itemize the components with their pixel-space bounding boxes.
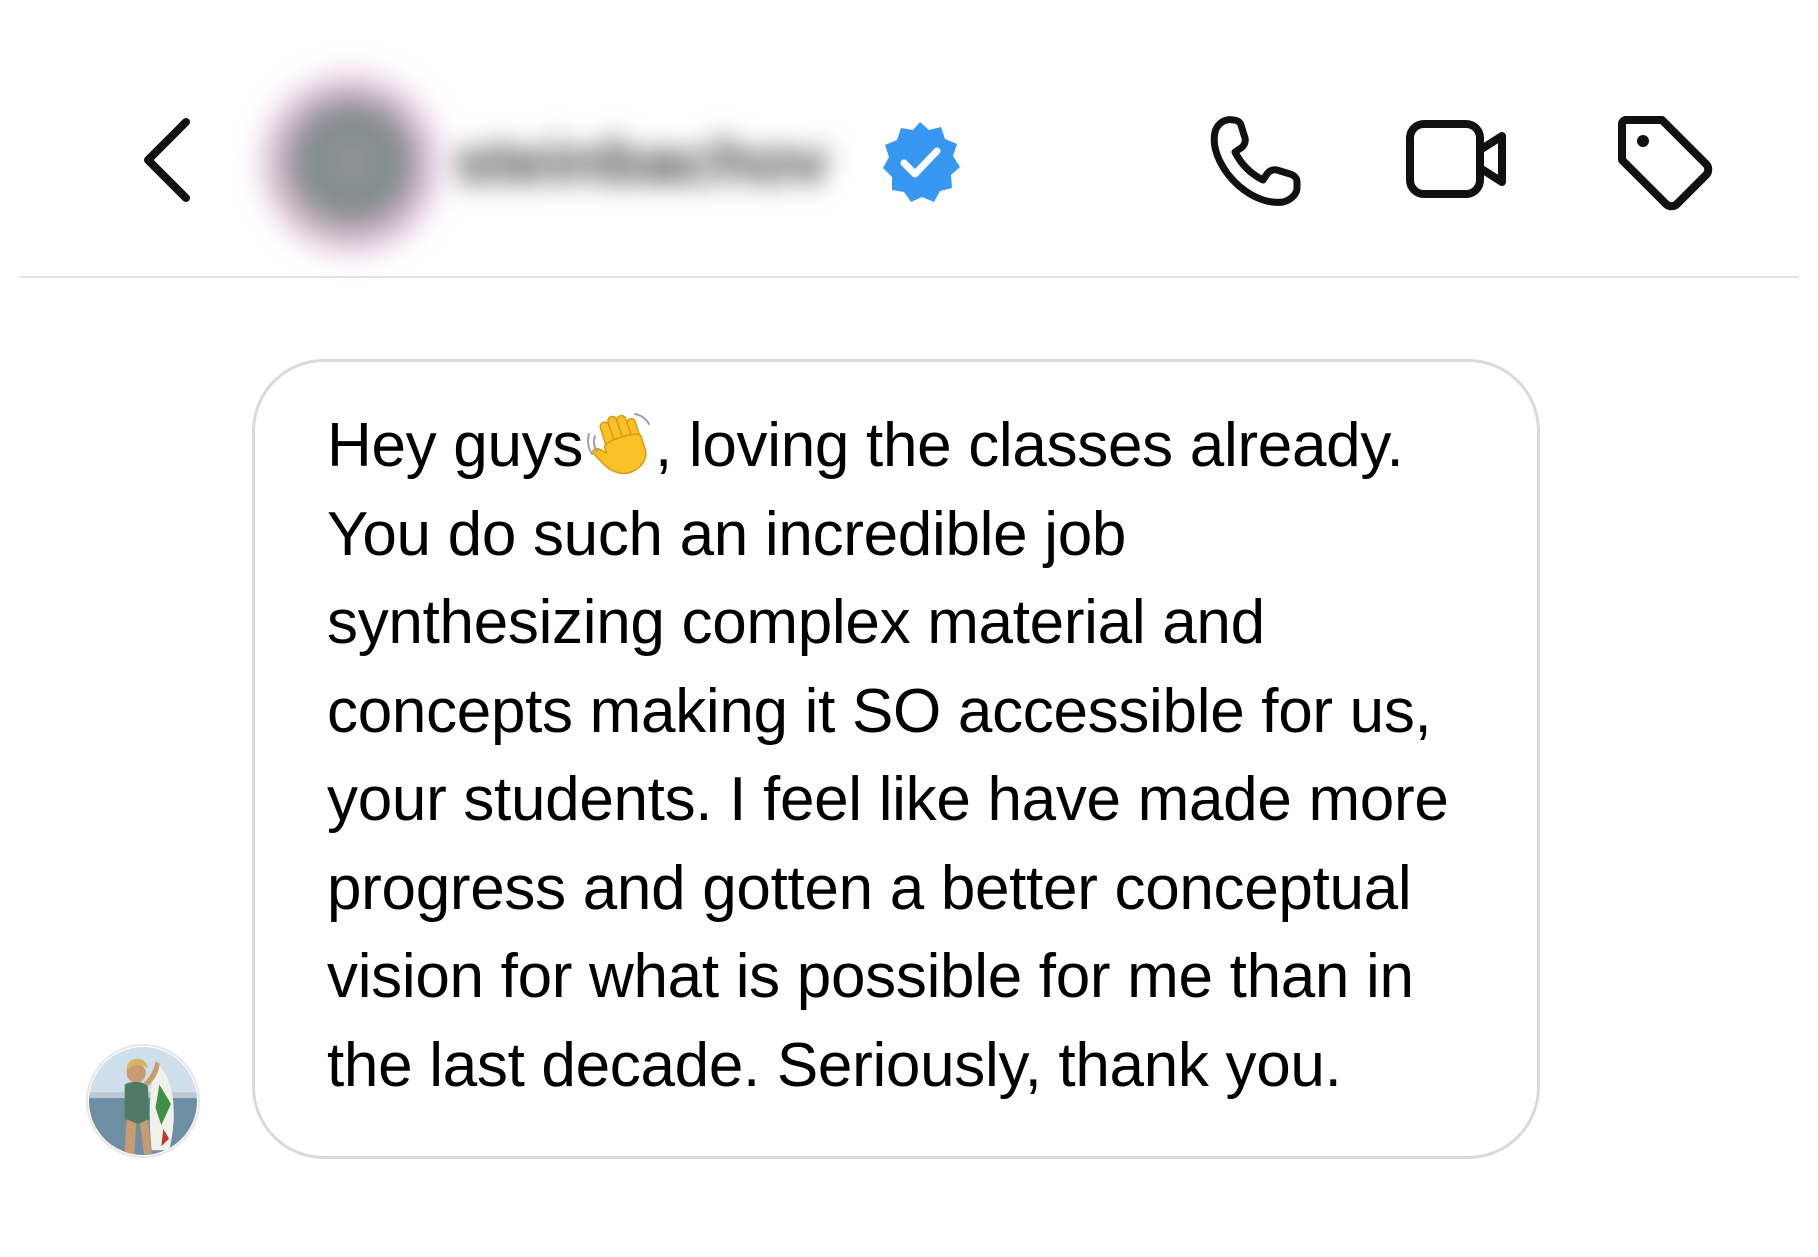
message-text-segment: Hey guys bbox=[327, 411, 584, 480]
verified-badge-icon bbox=[883, 122, 960, 202]
phone-icon bbox=[1210, 116, 1301, 206]
waving-hand-emoji-icon bbox=[587, 413, 651, 474]
message-bubble[interactable]: Hey guys , loving the classes already. Y… bbox=[252, 359, 1540, 1159]
tag-icon bbox=[1618, 116, 1713, 211]
profile-avatar[interactable] bbox=[262, 72, 442, 252]
username[interactable]: steinbachov bbox=[455, 125, 855, 197]
chat-header: steinbachov bbox=[0, 0, 1818, 278]
message-line: vision for what is possible for me than … bbox=[327, 942, 1414, 1011]
message-line: synthesizing complex material and bbox=[327, 588, 1265, 657]
back-button[interactable] bbox=[130, 110, 210, 210]
verified-badge-shape bbox=[883, 122, 960, 202]
message-line: You do such an incredible job bbox=[327, 499, 1127, 569]
audio-call-button[interactable] bbox=[1205, 110, 1305, 210]
message-text-segment: , loving the classes already. bbox=[655, 411, 1404, 480]
video-camera-icon bbox=[1406, 120, 1506, 198]
video-call-button[interactable] bbox=[1404, 110, 1514, 210]
header-divider bbox=[19, 276, 1799, 278]
sender-avatar[interactable] bbox=[86, 1044, 200, 1158]
message-line: the last decade. Seriously, thank you. bbox=[327, 1030, 1342, 1100]
chevron-left-icon bbox=[144, 118, 190, 202]
message-line: concepts making it SO accessible for us, bbox=[327, 676, 1432, 746]
label-button[interactable] bbox=[1612, 110, 1716, 214]
message-line: progress and gotten a better conceptual bbox=[327, 853, 1412, 923]
message-text: Hey guys , loving the classes already. Y… bbox=[327, 402, 1507, 1110]
message-line: Hey guys , loving the classes already. bbox=[327, 402, 1507, 491]
message-line: your students. I feel like have made mor… bbox=[327, 765, 1449, 834]
